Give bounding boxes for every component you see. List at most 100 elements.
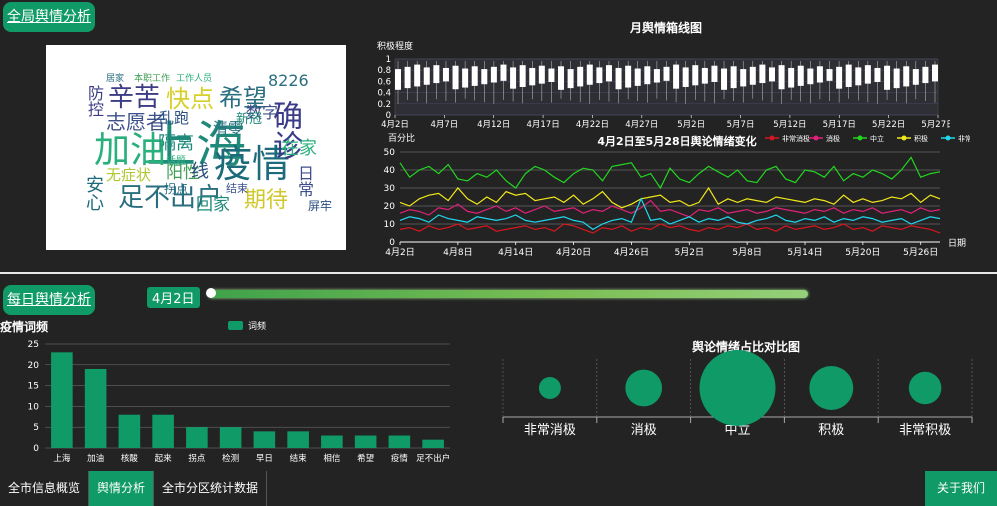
about-us-button[interactable]: 关于我们 bbox=[924, 471, 997, 506]
bubble-label: 积极 bbox=[818, 423, 844, 438]
word-cloud-word: 回家 bbox=[196, 195, 230, 215]
boxplot-box bbox=[395, 69, 401, 90]
bar-x-label: 加油 bbox=[87, 453, 104, 464]
bubble-label: 非常积极 bbox=[899, 423, 951, 438]
boxplot-box bbox=[701, 67, 708, 84]
word-cloud-word: 隔离 bbox=[158, 133, 194, 154]
legend-marker bbox=[813, 135, 819, 141]
bottom-nav: 全市信息概览 舆情分析 全市分区统计数据 bbox=[0, 471, 268, 506]
bar-x-label: 起来 bbox=[155, 454, 173, 464]
legend-label: 积极 bbox=[914, 134, 928, 143]
word-cloud-word: 新冠 bbox=[236, 112, 263, 127]
boxplot-box bbox=[826, 69, 833, 81]
word-cloud-word: 期待 bbox=[244, 188, 289, 213]
boxplot-y-tick: 0.2 bbox=[377, 100, 391, 110]
bar-早日 bbox=[253, 431, 276, 448]
bar-加油 bbox=[84, 368, 107, 448]
boxplot-box bbox=[452, 65, 459, 90]
bar-x-label: 拐点 bbox=[188, 453, 206, 464]
boxplot-box bbox=[577, 66, 584, 87]
bar-x-label: 相信 bbox=[323, 453, 341, 464]
nav-item[interactable]: 舆情分析 bbox=[89, 471, 155, 506]
boxplot-box bbox=[634, 68, 641, 86]
date-slider-track[interactable] bbox=[208, 290, 808, 298]
bubble-积极 bbox=[809, 366, 854, 410]
word-cloud-word: 在家 bbox=[281, 138, 317, 159]
bar-y-tick: 15 bbox=[28, 382, 39, 392]
boxplot-box bbox=[596, 67, 603, 84]
bubble-label: 非常消极 bbox=[524, 423, 576, 438]
linechart-title: 4月2日至5月28日舆论情绪变化 bbox=[597, 134, 756, 148]
word-cloud-word: 乱跑 bbox=[159, 109, 190, 127]
boxplot-box bbox=[500, 64, 507, 81]
nav-item[interactable]: 全市分区统计数据 bbox=[154, 471, 268, 506]
boxplot-box bbox=[740, 69, 747, 87]
boxplot-box bbox=[922, 66, 929, 84]
word-cloud-word: 快点 bbox=[166, 85, 214, 113]
legend-marker bbox=[901, 135, 907, 141]
word-cloud-word: 防控 bbox=[85, 85, 104, 117]
boxplot-box bbox=[816, 66, 823, 83]
boxplot-box bbox=[864, 65, 871, 84]
boxplot-box bbox=[759, 64, 766, 84]
bar-y-tick: 5 bbox=[33, 423, 39, 433]
sentiment-line-chart: 4月2日至5月28日舆论情绪变化 百分比 日期 非常消极 消极 中立 积极 非常积极 5… bbox=[384, 132, 970, 258]
boxplot-box bbox=[433, 65, 440, 84]
boxplot-y-tick: 0.6 bbox=[377, 77, 391, 87]
bar-x-label: 检测 bbox=[222, 453, 239, 464]
boxplot-box bbox=[462, 68, 469, 88]
boxplot-box bbox=[519, 65, 526, 87]
boxplot-box bbox=[836, 66, 843, 89]
boxplot-title: 月舆情箱线图 bbox=[629, 20, 702, 35]
legend-marker bbox=[769, 135, 775, 141]
legend-marker bbox=[945, 135, 951, 141]
bubble-中立 bbox=[699, 350, 776, 426]
line-series-中立 bbox=[399, 156, 941, 190]
bar-y-tick: 25 bbox=[28, 340, 39, 350]
boxplot-box bbox=[874, 67, 881, 82]
bar-希望 bbox=[354, 435, 377, 448]
section-divider bbox=[0, 272, 997, 274]
bar-拐点 bbox=[186, 427, 208, 448]
word-cloud-word: 工作人员 bbox=[176, 74, 213, 84]
linechart-x-tick: 4月14日 bbox=[498, 247, 533, 258]
boxplot-box bbox=[490, 66, 497, 83]
linechart-y-tick: 40 bbox=[384, 166, 396, 176]
legend-label: 非常积极 bbox=[958, 134, 970, 143]
boxplot-box bbox=[788, 67, 795, 88]
linechart-ylabel: 百分比 bbox=[388, 132, 415, 144]
monthly-boxplot: 月舆情箱线图 积极程度 10.80.60.40.204月2日 4月7日 4月12日 4… bbox=[377, 20, 950, 130]
linechart-x-tick: 4月2日 bbox=[385, 247, 414, 258]
linechart-x-tick: 5月2日 bbox=[675, 247, 704, 258]
boxplot-box bbox=[510, 67, 517, 89]
bar-检测 bbox=[219, 427, 242, 448]
bubble-非常积极 bbox=[908, 371, 942, 405]
boxplot-box bbox=[558, 66, 565, 90]
date-badge: 4月2日 bbox=[147, 287, 200, 308]
date-slider-handle[interactable] bbox=[206, 288, 216, 298]
sentiment-bubble-chart: 舆论情绪占比对比图 非常消极 消极 中立 积极 非常积极 bbox=[502, 339, 973, 438]
bar-y-tick: 20 bbox=[28, 361, 40, 371]
bar-x-label: 疫情 bbox=[391, 453, 409, 464]
boxplot-box bbox=[481, 69, 488, 85]
boxplot-box bbox=[730, 66, 737, 89]
boxplot-box bbox=[414, 64, 421, 87]
boxplot-box bbox=[442, 67, 449, 82]
word-cloud-word: 日常 bbox=[295, 165, 314, 197]
bar-x-label: 上海 bbox=[53, 453, 71, 464]
bar-x-label: 足不出户 bbox=[416, 453, 450, 464]
bar-上海 bbox=[51, 352, 73, 448]
legend-label: 消极 bbox=[826, 134, 840, 143]
boxplot-box bbox=[471, 66, 478, 86]
boxplot-box bbox=[644, 66, 651, 85]
boxplot-box bbox=[893, 68, 900, 89]
word-cloud-word: 辛苦 bbox=[108, 83, 161, 113]
section-global-analysis[interactable]: 全局舆情分析 bbox=[3, 2, 95, 32]
boxplot-box bbox=[548, 68, 555, 82]
boxplot-y-tick: 0.4 bbox=[377, 89, 391, 99]
bar-起来 bbox=[152, 414, 174, 448]
section-daily-analysis[interactable]: 每日舆情分析 bbox=[3, 285, 95, 315]
word-cloud-word: 无症状 bbox=[106, 166, 152, 184]
nav-item[interactable]: 全市信息概览 bbox=[0, 471, 90, 506]
word-cloud-word: 加油 bbox=[94, 130, 167, 171]
